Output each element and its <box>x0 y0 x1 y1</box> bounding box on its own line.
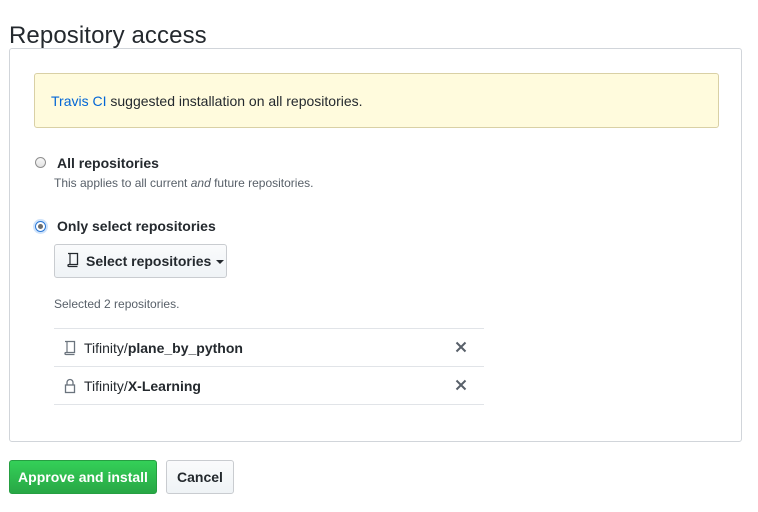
select-repositories-button[interactable]: Select repositories <box>54 244 227 278</box>
repository-name: Tifinity/X-Learning <box>84 377 201 394</box>
page-title: Repository access <box>9 22 207 50</box>
suggestion-banner: Travis CI suggested installation on all … <box>34 73 719 128</box>
repository-row: Tifinity/plane_by_python <box>54 329 484 367</box>
only-select-repositories-label[interactable]: Only select repositories <box>57 218 216 234</box>
all-repositories-label[interactable]: All repositories <box>57 155 159 171</box>
suggestion-message: suggested installation on all repositori… <box>106 93 363 109</box>
remove-repository-icon[interactable] <box>454 378 468 392</box>
caret-down-icon <box>216 260 225 264</box>
repo-icon <box>67 252 79 271</box>
all-repositories-note: This applies to all current and future r… <box>54 176 314 190</box>
repository-access-panel: Travis CI suggested installation on all … <box>9 48 742 442</box>
selected-repository-list: Tifinity/plane_by_python Tifinity/X-Lear… <box>54 328 484 405</box>
lock-icon <box>64 378 76 397</box>
selected-count: Selected 2 repositories. <box>54 297 180 311</box>
only-select-repositories-radio[interactable] <box>35 221 46 232</box>
select-repositories-label: Select repositories <box>86 253 212 269</box>
approve-and-install-button[interactable]: Approve and install <box>9 460 157 494</box>
travis-ci-link[interactable]: Travis CI <box>51 93 106 109</box>
remove-repository-icon[interactable] <box>454 340 468 354</box>
all-repositories-radio[interactable] <box>35 157 46 168</box>
cancel-button[interactable]: Cancel <box>166 460 234 494</box>
repo-icon <box>64 340 76 359</box>
repository-name: Tifinity/plane_by_python <box>84 339 243 356</box>
repository-row: Tifinity/X-Learning <box>54 367 484 405</box>
